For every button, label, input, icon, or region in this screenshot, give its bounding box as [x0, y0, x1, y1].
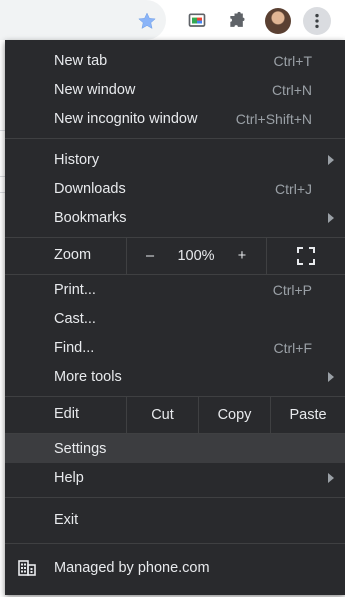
menu-item-label: Bookmarks	[54, 209, 127, 226]
managed-by-row[interactable]: Managed by phone.com	[5, 548, 345, 588]
bookmark-star-icon[interactable]	[133, 7, 161, 35]
browser-toolbar	[0, 0, 345, 42]
menu-item-more-tools[interactable]: More tools	[5, 362, 345, 391]
fullscreen-button[interactable]	[267, 238, 345, 274]
menu-item-label: Settings	[54, 440, 107, 457]
profile-avatar[interactable]	[264, 7, 292, 35]
extensions-puzzle-icon[interactable]	[223, 7, 251, 35]
submenu-arrow-icon	[328, 372, 334, 382]
menu-separator	[5, 497, 345, 498]
avatar-image	[265, 8, 291, 34]
more-menu-kebab-icon[interactable]	[303, 7, 331, 35]
menu-item-label: History	[54, 151, 100, 168]
menu-item-label: New window	[54, 81, 136, 98]
zoom-out-button[interactable]: –	[127, 238, 173, 274]
menu-item-label: New incognito window	[54, 110, 198, 127]
submenu-arrow-icon	[328, 213, 334, 223]
managed-by-label: Managed by phone.com	[54, 560, 210, 576]
menu-item-cast[interactable]: Cast...	[5, 304, 345, 333]
menu-item-label: Exit	[54, 511, 79, 528]
zoom-row: Zoom – 100% +	[5, 238, 345, 274]
cast-icon[interactable]	[183, 7, 211, 35]
zoom-label: Zoom	[54, 247, 92, 263]
menu-item-bookmarks[interactable]: Bookmarks	[5, 203, 345, 232]
fullscreen-icon	[297, 247, 315, 265]
menu-item-new-window[interactable]: New window Ctrl+N	[5, 75, 345, 104]
zoom-level-value: 100%	[177, 248, 215, 264]
menu-item-shortcut: Ctrl+J	[275, 180, 312, 197]
menu-item-shortcut: Ctrl+T	[273, 52, 313, 69]
menu-item-exit[interactable]: Exit	[5, 505, 345, 534]
submenu-arrow-icon	[328, 155, 334, 165]
menu-item-label: Find...	[54, 339, 95, 356]
menu-item-shortcut: Ctrl+N	[271, 81, 312, 98]
menu-item-label: More tools	[54, 368, 122, 385]
cut-button[interactable]: Cut	[127, 397, 198, 433]
menu-item-label: Help	[54, 469, 84, 486]
menu-item-shortcut: Ctrl+F	[273, 339, 313, 356]
menu-item-new-tab[interactable]: New tab Ctrl+T	[5, 46, 345, 75]
zoom-in-button[interactable]: +	[219, 238, 265, 274]
menu-item-label: Downloads	[54, 180, 126, 197]
building-icon	[18, 560, 36, 576]
menu-separator	[5, 543, 345, 544]
menu-separator	[5, 138, 345, 139]
menu-item-label: Cast...	[54, 310, 96, 327]
menu-item-print[interactable]: Print... Ctrl+P	[5, 275, 345, 304]
menu-item-history[interactable]: History	[5, 145, 345, 174]
paste-button[interactable]: Paste	[271, 397, 345, 433]
browser-window: New tab Ctrl+T New window Ctrl+N New inc…	[0, 0, 345, 597]
menu-item-help[interactable]: Help	[5, 463, 345, 492]
menu-item-find[interactable]: Find... Ctrl+F	[5, 333, 345, 362]
menu-item-settings[interactable]: Settings	[5, 434, 345, 463]
edit-row: Edit Cut Copy Paste	[5, 397, 345, 433]
menu-item-downloads[interactable]: Downloads Ctrl+J	[5, 174, 345, 203]
submenu-arrow-icon	[328, 473, 334, 483]
menu-item-label: Print...	[54, 281, 96, 298]
edit-label: Edit	[54, 406, 79, 422]
menu-item-shortcut: Ctrl+P	[272, 281, 312, 298]
chrome-app-menu: New tab Ctrl+T New window Ctrl+N New inc…	[5, 40, 345, 595]
menu-item-new-incognito-window[interactable]: New incognito window Ctrl+Shift+N	[5, 104, 345, 133]
menu-item-label: New tab	[54, 52, 108, 69]
menu-item-shortcut: Ctrl+Shift+N	[235, 110, 312, 127]
copy-button[interactable]: Copy	[199, 397, 270, 433]
